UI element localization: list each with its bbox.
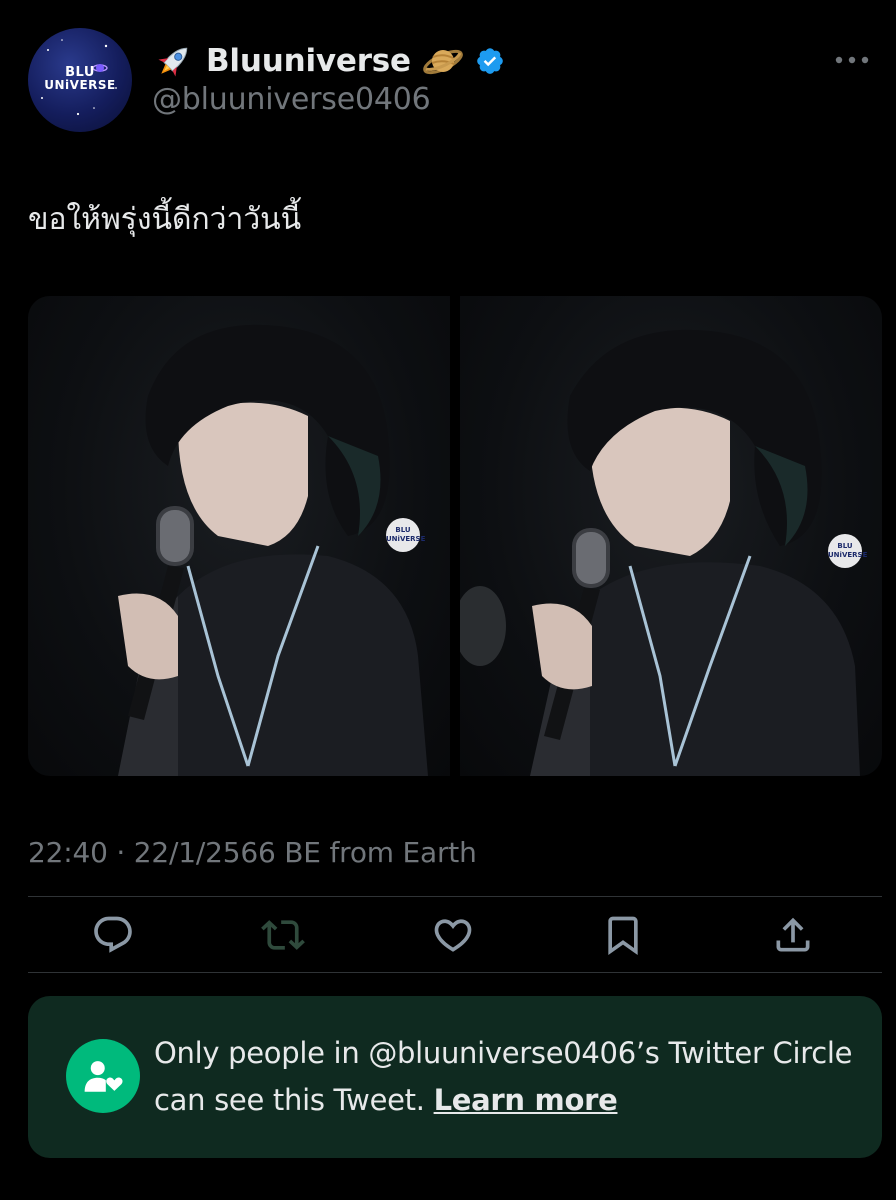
- bookmark-icon: [608, 916, 638, 956]
- photo-1-watermark: BLU UNiVERSE: [386, 518, 426, 552]
- like-button[interactable]: [428, 912, 478, 958]
- twitter-circle-icon: [84, 1061, 123, 1092]
- learn-more-link[interactable]: Learn more: [434, 1083, 618, 1117]
- verified-badge-icon[interactable]: [475, 46, 505, 76]
- more-dots-icon: [835, 56, 869, 64]
- author-handle[interactable]: @bluuniverse0406: [152, 82, 431, 117]
- photo-2-watermark-line1: BLU: [837, 542, 853, 550]
- reply-icon: [94, 916, 132, 953]
- avatar-logo-line2: UNiVERSE: [44, 78, 116, 92]
- divider-bottom: [28, 972, 882, 973]
- tweet-header: BLU UNiVERSE Bluuniverse @bluuniverse040…: [0, 0, 896, 150]
- retweet-button[interactable]: [258, 912, 308, 958]
- photo-2-illustration: [460, 329, 860, 776]
- author-display-name[interactable]: Bluuniverse: [206, 43, 411, 79]
- tweet-photo-1[interactable]: BLU UNiVERSE: [28, 296, 450, 776]
- tweet-photo-2[interactable]: BLU UNiVERSE: [460, 296, 882, 776]
- divider-top: [28, 896, 882, 897]
- photo-1-watermark-line2: UNiVERSE: [386, 535, 426, 543]
- tweet-text: ขอให้พรุ่งนี้ดีกว่าวันนี้: [28, 202, 302, 237]
- reply-button[interactable]: [88, 912, 138, 958]
- tweet-media-grid: BLU UNiVERSE BLU UNiVERSE: [28, 296, 882, 776]
- author-avatar[interactable]: BLU UNiVERSE: [28, 28, 132, 132]
- photo-2-watermark-line2: UNiVERSE: [828, 551, 868, 559]
- twitter-circle-notice: Only people in @bluuniverse0406’s Twitte…: [28, 996, 882, 1158]
- photo-2-watermark: BLU UNiVERSE: [828, 534, 868, 568]
- tweet-action-bar: [0, 900, 896, 970]
- author-name-row[interactable]: Bluuniverse: [152, 38, 505, 84]
- ringed-planet-icon: [423, 49, 463, 75]
- share-icon: [776, 917, 810, 952]
- more-options-button[interactable]: [826, 40, 878, 80]
- photo-1-watermark-line1: BLU: [395, 526, 411, 534]
- share-button[interactable]: [768, 912, 818, 958]
- tweet-timestamp[interactable]: 22:40 · 22/1/2566 BE from Earth: [28, 836, 477, 869]
- rocket-icon: [158, 47, 188, 77]
- twitter-circle-message: Only people in @bluuniverse0406’s Twitte…: [154, 1030, 854, 1124]
- bookmark-button[interactable]: [598, 912, 648, 958]
- retweet-icon: [261, 920, 305, 950]
- avatar-logo: BLU UNiVERSE: [28, 66, 132, 92]
- heart-icon: [434, 919, 472, 952]
- twitter-circle-badge: [66, 1039, 140, 1113]
